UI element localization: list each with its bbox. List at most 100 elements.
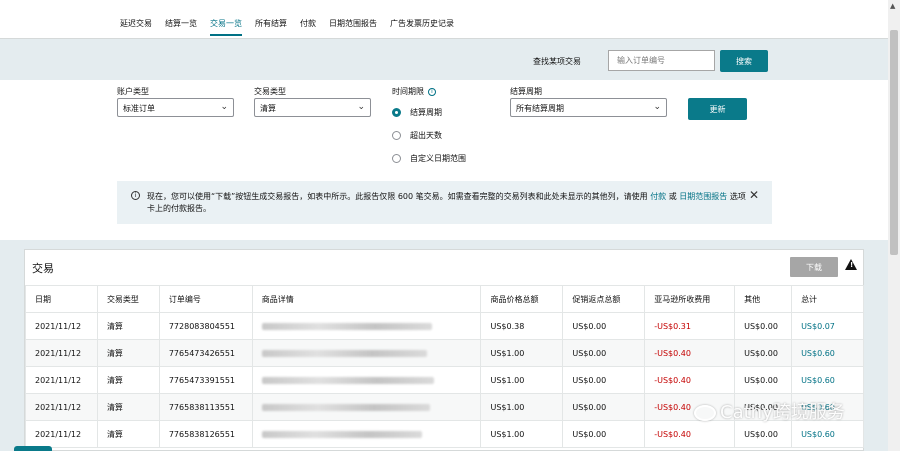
radio-unselected-icon (392, 154, 401, 163)
cell-order[interactable]: 7765473426551 (158, 339, 253, 367)
payments-link[interactable]: 付款 (650, 192, 666, 201)
banner-text: 现在，您可以使用“下载”按钮生成交易报告，如表中所示。此报告仅限 600 笔交易… (147, 191, 747, 215)
redacted-product (261, 376, 434, 384)
info-banner: i 现在，您可以使用“下载”按钮生成交易报告，如表中所示。此报告仅限 600 笔… (117, 181, 772, 224)
table-row: 2021/11/12 清算 7765838126551 US$1.00 US$0… (25, 420, 864, 448)
cell-other: US$0.00 (734, 420, 793, 448)
cell-promo: US$0.00 (562, 420, 646, 448)
cell-order[interactable]: 7765473391551 (158, 366, 253, 394)
date-range-reports-link[interactable]: 日期范围报告 (679, 192, 727, 201)
transaction-type-label: 交易类型 (254, 87, 286, 96)
search-button[interactable]: 搜索 (720, 50, 768, 72)
radio-label: 超出天数 (410, 131, 442, 140)
chevron-down-icon: ⌄ (653, 102, 661, 112)
wechat-icon (694, 405, 716, 421)
transaction-type-value: 清算 (260, 104, 276, 113)
redacted-product (261, 349, 427, 357)
column-header-product[interactable]: 商品详情 (251, 285, 482, 313)
cell-type: 清算 (96, 393, 160, 421)
info-icon[interactable]: i (428, 87, 436, 96)
time-range-label: 时间期限 i (392, 86, 436, 97)
radio-label: 自定义日期范围 (410, 154, 466, 163)
radio-settlement-period[interactable]: 结算周期 (392, 107, 442, 118)
table-row: 2021/11/12 清算 7728083804551 US$0.38 US$0… (25, 312, 864, 340)
chevron-down-icon: ⌄ (357, 102, 365, 112)
banner-text-part: 或 (668, 192, 677, 201)
cell-order[interactable]: 7765838126551 (158, 420, 253, 448)
cell-type: 清算 (96, 366, 160, 394)
cell-other: US$0.00 (734, 339, 793, 367)
cell-promo: US$0.00 (562, 393, 646, 421)
order-search-input[interactable] (608, 50, 715, 71)
cell-date: 2021/11/12 (25, 420, 98, 448)
download-button[interactable]: 下载 (790, 257, 838, 277)
tab-date-range-reports[interactable]: 日期范围报告 (329, 18, 377, 36)
cell-other: US$0.00 (734, 312, 793, 340)
cell-fees: -US$0.31 (644, 312, 736, 340)
vertical-scrollbar[interactable]: ▲ (888, 0, 900, 451)
transaction-type-select[interactable]: 清算 ⌄ (254, 98, 371, 117)
tab-payments[interactable]: 付款 (300, 18, 316, 36)
cell-total[interactable]: US$0.60 (791, 366, 864, 394)
cell-product (251, 393, 482, 421)
cell-product (251, 366, 482, 394)
cell-product (251, 420, 482, 448)
cell-fees: -US$0.40 (644, 420, 736, 448)
time-range-label-text: 时间期限 (392, 87, 424, 96)
watermark-text: Cathy跨境服务 (720, 402, 845, 423)
watermark: Cathy跨境服务 (694, 398, 845, 424)
account-type-select[interactable]: 标准订单 ⌄ (117, 98, 234, 117)
nav-tabs: 延迟交易 结算一览 交易一览 所有结算 付款 日期范围报告 广告发票历史记录 (120, 18, 467, 36)
cell-order[interactable]: 7728083804551 (158, 312, 253, 340)
column-header-type[interactable]: 交易类型 (96, 285, 160, 313)
warning-icon[interactable]: ! (845, 259, 857, 270)
radio-unselected-icon (392, 131, 401, 140)
filters-panel: 账户类型 标准订单 ⌄ 交易类型 清算 ⌄ 时间期限 i 结算周期 超出天数 自定… (0, 80, 888, 240)
tab-ad-invoice-history[interactable]: 广告发票历史记录 (390, 18, 454, 36)
column-header-order[interactable]: 订单编号 (158, 285, 253, 313)
column-header-fees[interactable]: 亚马逊所收费用 (644, 285, 736, 313)
column-header-price[interactable]: 商品价格总额 (480, 285, 564, 313)
cell-date: 2021/11/12 (25, 366, 98, 394)
tab-deferred-transactions[interactable]: 延迟交易 (120, 18, 152, 36)
cell-other: US$0.00 (734, 366, 793, 394)
search-label: 查找某项交易 (533, 57, 581, 66)
cell-total[interactable]: US$0.07 (791, 312, 864, 340)
cell-fees: -US$0.40 (644, 366, 736, 394)
scroll-up-icon[interactable]: ▲ (890, 2, 895, 10)
cell-total[interactable]: US$0.60 (791, 420, 864, 448)
column-header-date[interactable]: 日期 (25, 285, 98, 313)
tab-all-statements[interactable]: 所有结算 (255, 18, 287, 36)
feedback-tab[interactable] (14, 446, 52, 451)
column-header-total[interactable]: 总计 (791, 285, 864, 313)
cell-date: 2021/11/12 (25, 312, 98, 340)
redacted-product (261, 322, 432, 330)
refresh-button[interactable]: 更新 (688, 98, 747, 120)
cell-type: 清算 (96, 420, 160, 448)
cell-fees: -US$0.40 (644, 339, 736, 367)
account-type-value: 标准订单 (123, 104, 155, 113)
column-header-other[interactable]: 其他 (734, 285, 793, 313)
table-row: 2021/11/12 清算 7765473391551 US$1.00 US$0… (25, 366, 864, 394)
cell-order[interactable]: 7765838113551 (158, 393, 253, 421)
cell-promo: US$0.00 (562, 312, 646, 340)
column-header-promo[interactable]: 促销返点总额 (562, 285, 646, 313)
cell-date: 2021/11/12 (25, 393, 98, 421)
cell-type: 清算 (96, 339, 160, 367)
cell-price: US$1.00 (480, 393, 564, 421)
scrollbar-thumb[interactable] (890, 30, 898, 255)
settlement-period-value: 所有结算周期 (516, 104, 564, 113)
cell-total[interactable]: US$0.60 (791, 339, 864, 367)
radio-label: 结算周期 (410, 108, 442, 117)
tab-settlement-summary[interactable]: 结算一览 (165, 18, 197, 36)
tab-transaction-view[interactable]: 交易一览 (210, 18, 242, 36)
radio-days-past[interactable]: 超出天数 (392, 130, 442, 141)
account-type-label: 账户类型 (117, 87, 149, 96)
settlement-period-select[interactable]: 所有结算周期 ⌄ (510, 98, 667, 117)
cell-date: 2021/11/12 (25, 339, 98, 367)
radio-custom-date-range[interactable]: 自定义日期范围 (392, 153, 466, 164)
cell-price: US$1.00 (480, 339, 564, 367)
table-row: 2021/11/12 清算 7765473426551 US$1.00 US$0… (25, 339, 864, 367)
close-icon[interactable]: ✕ (749, 188, 759, 202)
cell-product (251, 339, 482, 367)
